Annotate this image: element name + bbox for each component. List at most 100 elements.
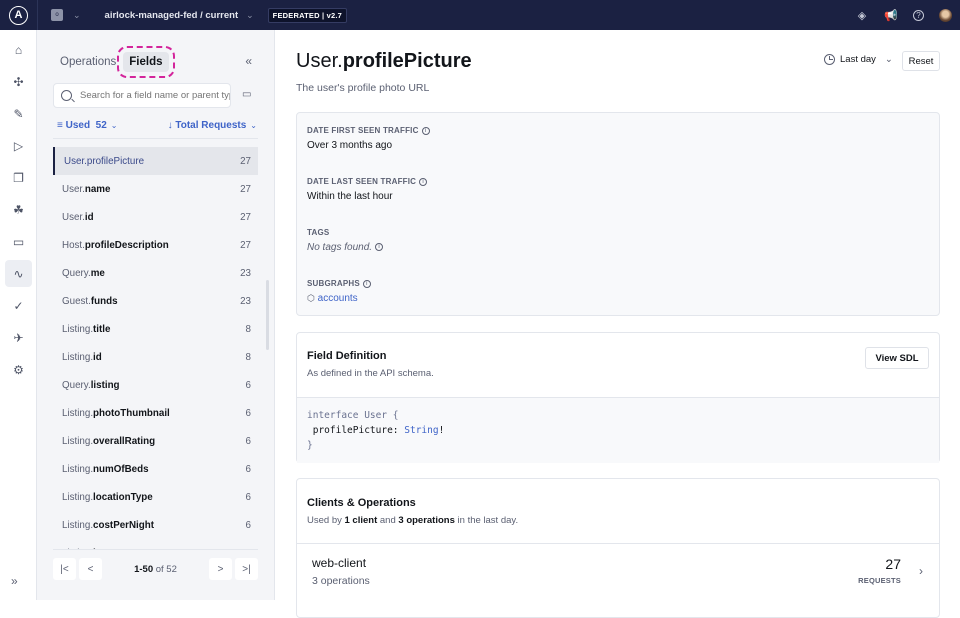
client-name: web-client: [312, 556, 367, 570]
info-icon[interactable]: i: [421, 126, 430, 135]
subgraphs-icon: ☘: [13, 202, 24, 217]
checks-icon: ❐: [13, 170, 24, 185]
expand-nav-icon[interactable]: »: [11, 574, 18, 588]
chevron-down-icon: ⌄: [884, 54, 893, 65]
rail-item-settings[interactable]: ⚙: [5, 356, 32, 383]
field-row[interactable]: User.id 27: [53, 203, 258, 231]
schema-graph-icon: ✣: [13, 74, 24, 89]
settings-icon: ⚙: [13, 362, 24, 377]
rail-item-schema-graph[interactable]: ✣: [5, 68, 32, 95]
collapse-panel-icon[interactable]: «: [245, 54, 252, 68]
field-label: User.profilePicture: [64, 155, 145, 167]
field-row[interactable]: Listing.costPerNight 6: [53, 511, 258, 539]
client-requests: 27: [885, 556, 901, 572]
field-count: 6: [245, 463, 251, 475]
field-row[interactable]: Host.profileDescription 27: [53, 231, 258, 259]
field-count: 23: [240, 267, 251, 279]
info-icon[interactable]: i: [362, 279, 371, 288]
last-seen-value: Within the last hour: [307, 191, 393, 202]
list-scrollbar[interactable]: [266, 280, 269, 350]
usage-filter[interactable]: ≡ Used 52 ⌄: [57, 120, 117, 131]
rail-item-explorer[interactable]: ▷: [5, 132, 32, 159]
field-row[interactable]: Guest.funds 23: [53, 287, 258, 315]
field-row[interactable]: Query.me 23: [53, 259, 258, 287]
help-icon[interactable]: ?: [913, 9, 924, 21]
clients-title: Clients & Operations: [307, 497, 416, 509]
field-count: 6: [245, 519, 251, 531]
filter-icon: ≡: [57, 120, 63, 131]
explorer-icon: ▷: [13, 138, 24, 153]
field-metadata-card: DATE FIRST SEEN TRAFFIC i Over 3 months a…: [296, 112, 940, 316]
first-seen-value: Over 3 months ago: [307, 140, 393, 151]
subgraph-link[interactable]: ⬡ accounts: [307, 293, 358, 304]
clock-icon: [824, 54, 835, 65]
field-list-panel: Operations Fields « ▭ ≡ Used 52⌄ ↓ Total…: [37, 30, 275, 600]
next-page-button[interactable]: >: [209, 558, 232, 580]
rail-item-changelog[interactable]: ✎: [5, 100, 32, 127]
field-row[interactable]: Listing.host5: [53, 539, 258, 550]
rail-item-subgraphs[interactable]: ☘: [5, 196, 32, 223]
field-row[interactable]: Listing.overallRating 6: [53, 427, 258, 455]
top-bar: A o ⌄ airlock-managed-fed / current ⌄ FE…: [0, 0, 960, 30]
chevron-right-icon[interactable]: ›: [919, 564, 923, 578]
info-icon[interactable]: i: [375, 243, 384, 252]
rail-item-home[interactable]: ⌂: [5, 36, 32, 63]
field-list: User.profilePicture 27 User.name 27 User.id 2…: [53, 147, 258, 549]
field-search[interactable]: [53, 83, 231, 108]
explorer-icon[interactable]: ◈: [855, 8, 869, 22]
tab-operations[interactable]: Operations: [57, 52, 119, 72]
field-count: 23: [240, 295, 251, 307]
sort-selector[interactable]: ↓ Total Requests ⌄: [168, 120, 257, 131]
field-row[interactable]: Listing.photoThumbnail 6: [53, 399, 258, 427]
insights-icon: ∿: [13, 266, 24, 281]
field-row[interactable]: Query.listing 6: [53, 371, 258, 399]
field-label: Listing.photoThumbnail: [62, 407, 170, 419]
logo-icon: A: [9, 5, 28, 25]
info-icon[interactable]: i: [419, 177, 428, 186]
checks-list-icon: ✓: [13, 298, 24, 313]
field-row[interactable]: Listing.numOfBeds 6: [53, 455, 258, 483]
reset-button[interactable]: Reset: [902, 51, 940, 71]
field-count: 6: [245, 435, 251, 447]
rail-item-checks-list[interactable]: ✓: [5, 292, 32, 319]
field-row[interactable]: Listing.id 8: [53, 343, 258, 371]
field-label: Listing.numOfBeds: [62, 463, 149, 475]
avatar[interactable]: [939, 8, 952, 22]
last-page-button[interactable]: >|: [235, 558, 258, 580]
field-count: 6: [245, 491, 251, 503]
view-sdl-button[interactable]: View SDL: [865, 347, 929, 369]
org-switcher[interactable]: o: [51, 9, 63, 21]
rail-item-clients[interactable]: ▭: [5, 228, 32, 255]
rail-item-checks[interactable]: ❐: [5, 164, 32, 191]
client-filter-icon[interactable]: ▭: [242, 89, 251, 100]
clients-summary: Used by 1 client and 3 operations in the…: [307, 515, 519, 526]
federation-badge: FEDERATED | v2.7: [267, 7, 347, 23]
announcements-icon[interactable]: 📢: [884, 8, 898, 22]
apollo-logo[interactable]: A: [0, 0, 38, 30]
field-label: Listing.locationType: [62, 491, 153, 503]
sort-arrow-icon: ↓: [167, 120, 173, 131]
field-label: Listing.overallRating: [62, 435, 156, 447]
field-label: Listing.title: [62, 323, 111, 335]
graph-variant-selector[interactable]: airlock-managed-fed / current: [105, 10, 239, 21]
client-row[interactable]: web-client 3 operations 27 REQUESTS ›: [297, 543, 939, 603]
org-chevron-down-icon[interactable]: ⌄: [73, 10, 81, 21]
field-label: User.id: [62, 211, 94, 223]
search-icon: [61, 90, 72, 101]
field-row[interactable]: User.profilePicture 27: [53, 147, 258, 175]
rail-item-insights[interactable]: ∿: [5, 260, 32, 287]
rail-item-launches[interactable]: ✈: [5, 324, 32, 351]
field-label: Listing.costPerNight: [62, 519, 155, 531]
field-search-input[interactable]: [80, 90, 230, 101]
field-row[interactable]: Listing.locationType 6: [53, 483, 258, 511]
field-label: User.name: [62, 183, 111, 195]
field-count: 6: [245, 379, 251, 391]
page-title: User.profilePicture: [296, 50, 472, 72]
field-row[interactable]: User.name 27: [53, 175, 258, 203]
field-row[interactable]: Listing.title 8: [53, 315, 258, 343]
field-count: 27: [240, 183, 251, 195]
last-seen-label: DATE LAST SEEN TRAFFIC i: [307, 177, 428, 186]
time-range-selector[interactable]: Last day ⌄: [824, 54, 893, 65]
tab-fields[interactable]: Fields: [117, 46, 175, 78]
graph-chevron-down-icon[interactable]: ⌄: [246, 10, 254, 21]
